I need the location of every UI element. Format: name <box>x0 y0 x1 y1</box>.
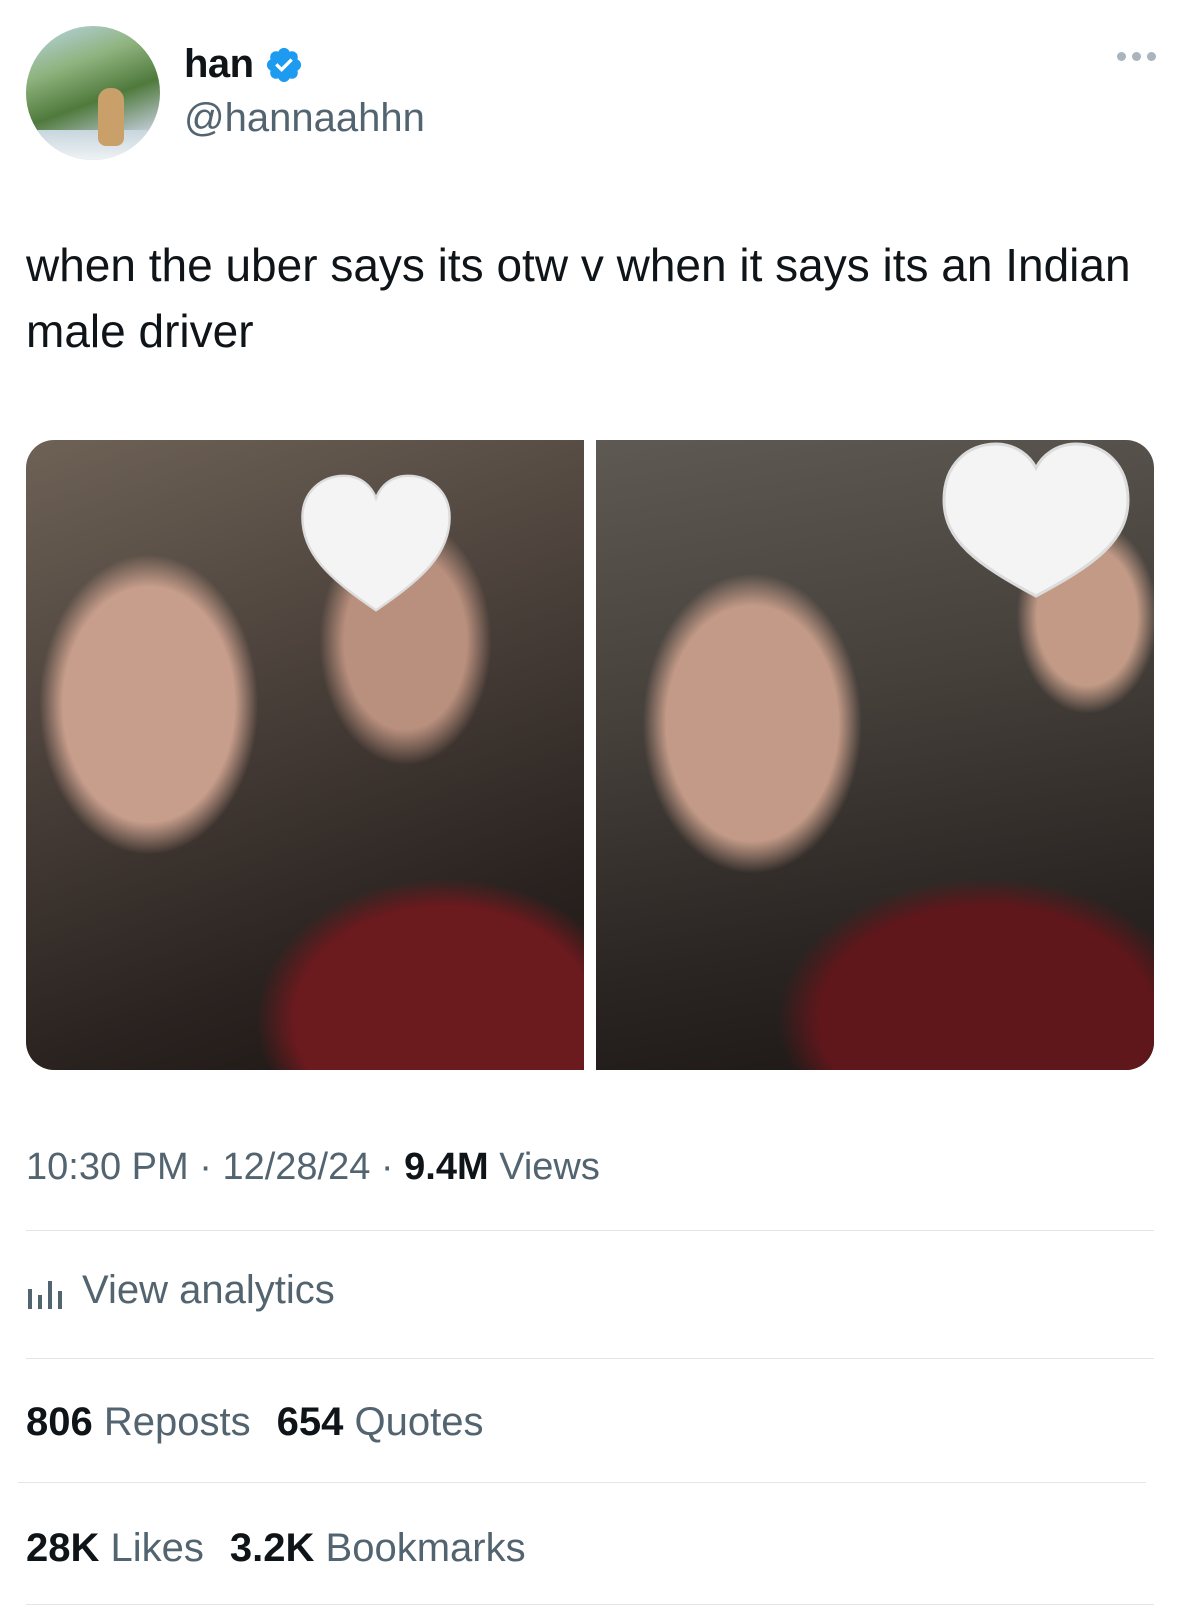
view-analytics-label: View analytics <box>82 1268 335 1312</box>
tweet-time[interactable]: 10:30 PM <box>26 1146 189 1188</box>
reposts-stat[interactable]: 806 Reposts <box>26 1400 251 1445</box>
divider <box>26 1358 1154 1359</box>
heart-sticker-icon <box>301 474 451 612</box>
stats-row-likes-bookmarks: 28K Likes 3.2K Bookmarks <box>26 1526 526 1571</box>
stats-row-reposts-quotes: 806 Reposts 654 Quotes <box>26 1400 483 1445</box>
tweet-header: han @hannaahhn <box>26 26 1156 160</box>
name-row: han <box>184 42 304 87</box>
tweet-media <box>26 440 1154 1070</box>
tweet-meta: 10:30 PM · 12/28/24 · 9.4M Views <box>26 1146 600 1189</box>
views-count: 9.4M <box>404 1146 489 1188</box>
bookmarks-count: 3.2K <box>229 1526 315 1570</box>
meta-separator: · <box>199 1146 212 1188</box>
bookmarks-label: Bookmarks <box>325 1526 526 1570</box>
user-handle[interactable]: @hannaahhn <box>184 96 425 141</box>
bookmarks-stat[interactable]: 3.2K Bookmarks <box>230 1526 526 1571</box>
display-name[interactable]: han <box>184 42 254 87</box>
divider <box>18 1482 1146 1483</box>
tweet-text: when the uber says its otw v when it say… <box>26 239 1131 357</box>
divider <box>26 1604 1154 1605</box>
avatar-water <box>26 130 160 160</box>
quotes-count: 654 <box>276 1400 344 1444</box>
likes-label: Likes <box>110 1526 204 1570</box>
reposts-label: Reposts <box>103 1400 251 1444</box>
photo-left[interactable] <box>26 440 584 1070</box>
divider <box>26 1230 1154 1231</box>
reposts-count: 806 <box>26 1400 93 1444</box>
avatar-figure <box>98 88 124 146</box>
tweet-date[interactable]: 12/28/24 <box>222 1146 370 1188</box>
quotes-stat[interactable]: 654 Quotes <box>277 1400 484 1445</box>
view-analytics-link[interactable]: View analytics <box>26 1268 335 1313</box>
heart-sticker-icon <box>942 442 1130 598</box>
photo-right[interactable] <box>596 440 1154 1070</box>
more-horizontal-icon[interactable] <box>1117 52 1156 61</box>
verified-badge-icon <box>266 47 301 82</box>
quotes-label: Quotes <box>354 1400 484 1444</box>
likes-stat[interactable]: 28K Likes <box>26 1526 204 1571</box>
meta-separator: · <box>380 1146 394 1188</box>
views-label: Views <box>499 1146 600 1188</box>
avatar[interactable] <box>26 26 160 160</box>
likes-count: 28K <box>26 1526 100 1570</box>
bar-chart-icon <box>28 1280 62 1309</box>
